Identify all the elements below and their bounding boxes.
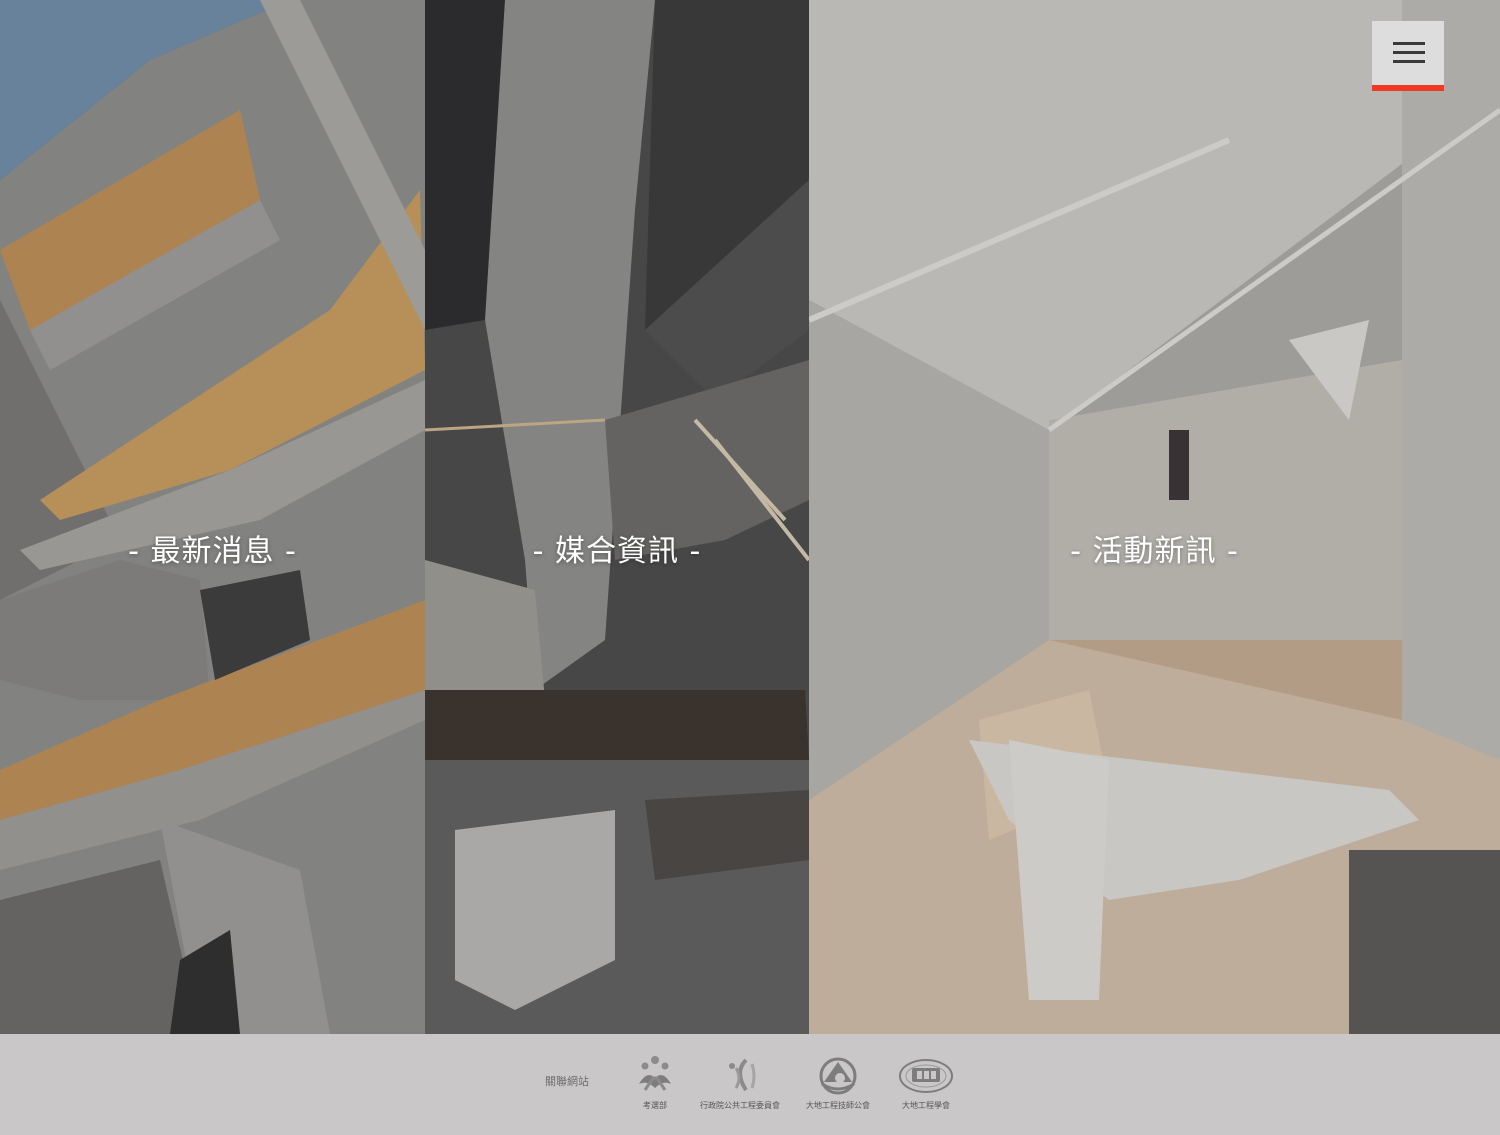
menu-button[interactable] <box>1372 21 1444 91</box>
partner-link-geotech-engineers[interactable]: 大地工程技師公會 <box>806 1054 870 1111</box>
partner-link-tgs[interactable]: 大地工程學會 <box>896 1054 956 1111</box>
menu-bar-bottom <box>1393 60 1425 63</box>
partner-name-pcc: 行政院公共工程委員會 <box>700 1101 780 1110</box>
geotech-engineers-logo-icon <box>819 1057 857 1095</box>
partner-link-moex[interactable]: 考選部 <box>626 1054 684 1111</box>
panel-title-latest-news[interactable]: - 最新消息 - <box>0 526 425 570</box>
panel-matching-info[interactable]: - 媒合資訊 - <box>425 0 809 1034</box>
tgs-logo-icon <box>899 1059 953 1093</box>
panel-event-news[interactable]: - 活動新訊 - <box>809 0 1500 1034</box>
hero-panels: - 最新消息 - - 媒合資訊 - - 活動新訊 - <box>0 0 1500 1034</box>
related-sites-label: 關聯網站 <box>545 1075 589 1088</box>
atrium-photo <box>425 0 809 1034</box>
panel-latest-news[interactable]: - 最新消息 - <box>0 0 425 1034</box>
facade-photo <box>0 0 425 1034</box>
panel-title-event-news[interactable]: - 活動新訊 - <box>809 526 1500 570</box>
menu-bar-top <box>1393 42 1425 45</box>
partner-name-tgs: 大地工程學會 <box>902 1101 950 1110</box>
footer: 關聯網站 考選部 行政院公共工程委員會 大地工程技師公會 大地工程學會 <box>0 1034 1500 1135</box>
panel-title-matching-info[interactable]: - 媒合資訊 - <box>425 526 809 570</box>
partner-link-pcc[interactable]: 行政院公共工程委員會 <box>700 1054 780 1111</box>
partner-name-geotech-engineers: 大地工程技師公會 <box>806 1101 870 1110</box>
partner-name-moex: 考選部 <box>643 1101 667 1110</box>
pcc-logo-icon <box>729 1058 756 1092</box>
moex-logo-icon <box>639 1056 671 1091</box>
menu-bar-middle <box>1393 51 1425 54</box>
dining-room-photo <box>809 0 1500 1034</box>
